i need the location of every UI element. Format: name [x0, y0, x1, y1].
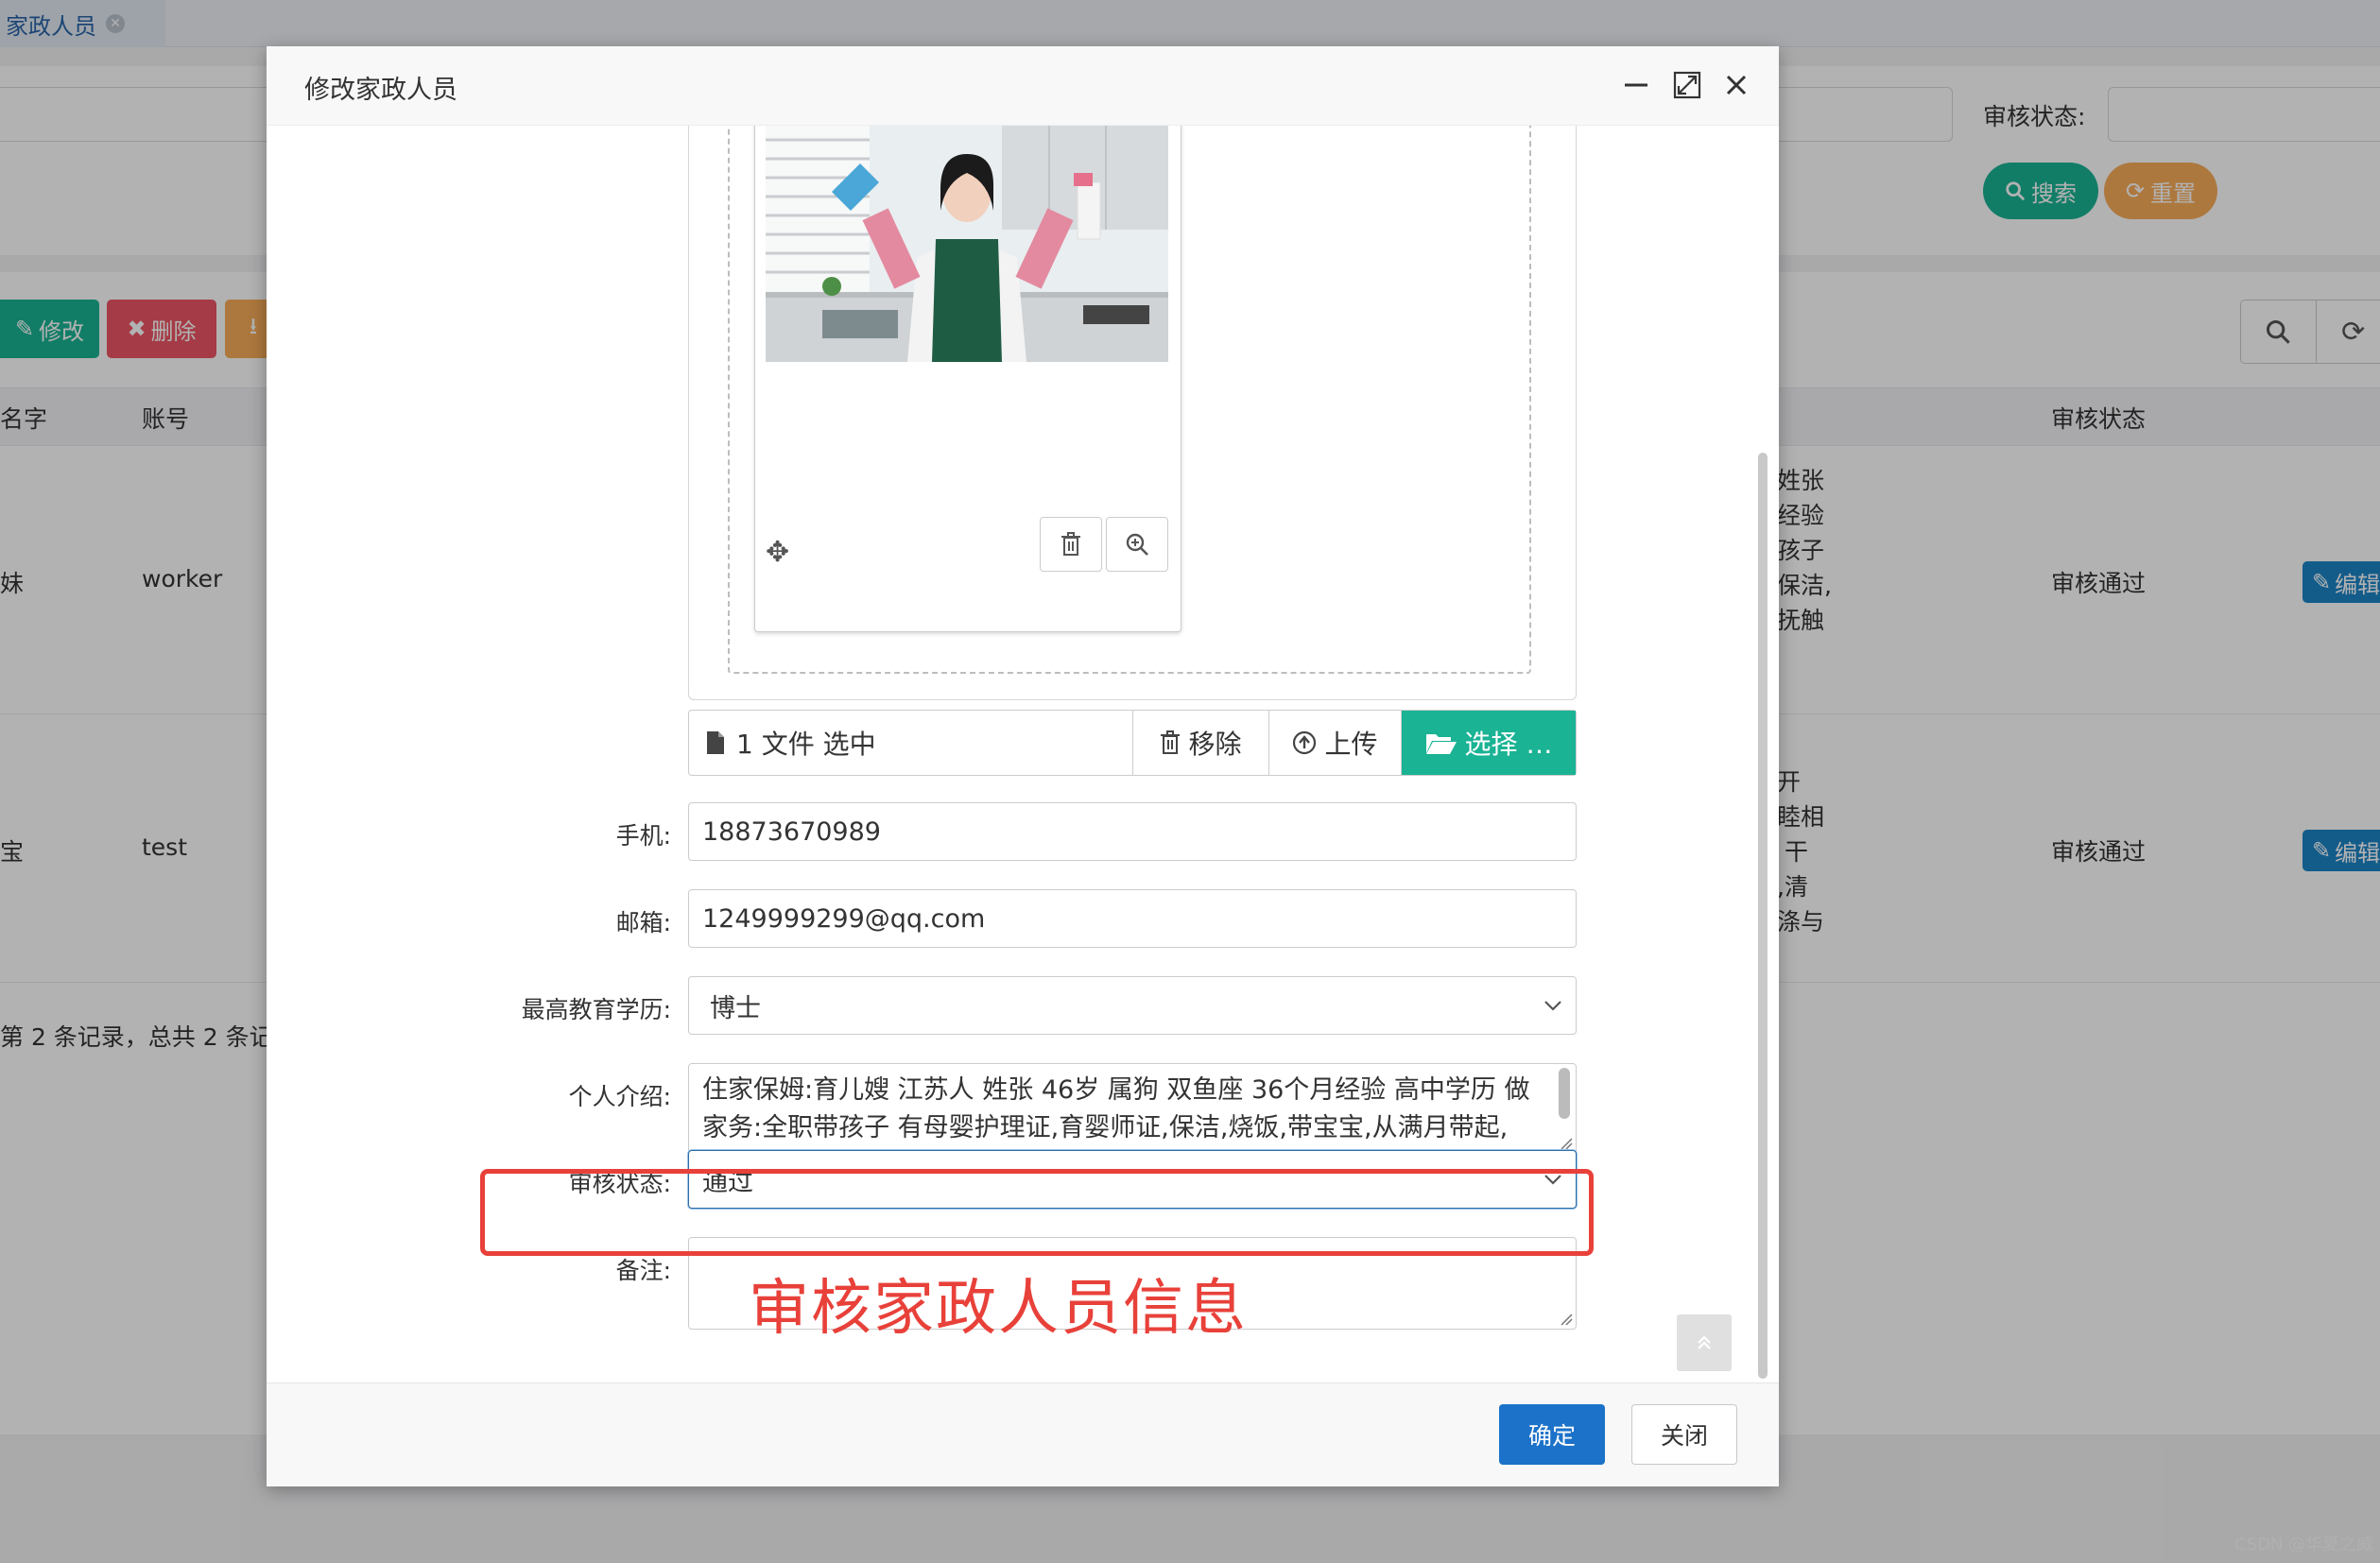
edit-housekeeper-dialog: 修改家政人员 ✥ 1 文件 选中 移除 上传 选择 … 手机: 18873670…: [267, 46, 1779, 1486]
back-to-top-button[interactable]: [1677, 1314, 1732, 1371]
file-input-group: 1 文件 选中 移除 上传 选择 …: [688, 710, 1577, 776]
intro-textarea[interactable]: 住家保姆:育儿嫂 江苏人 姓张 46岁 属狗 双鱼座 36个月经验 高中学历 做…: [688, 1063, 1577, 1154]
housekeeper-photo: [766, 126, 1168, 362]
file-remove-label: 移除: [1188, 729, 1242, 760]
minimize-icon[interactable]: [1616, 65, 1656, 105]
phone-value: 18873670989: [702, 816, 881, 847]
confirm-button[interactable]: 确定: [1499, 1404, 1605, 1465]
folder-open-icon: [1425, 734, 1457, 754]
dialog-footer: 确定 关闭: [267, 1383, 1779, 1486]
resize-grip-icon[interactable]: [1560, 1313, 1573, 1326]
drag-handle-icon[interactable]: ✥: [766, 536, 789, 569]
annotation-highlight-box: [480, 1169, 1594, 1256]
maximize-icon[interactable]: [1667, 65, 1707, 105]
remark-label: 备注:: [615, 1257, 671, 1284]
delete-file-button[interactable]: [1040, 517, 1102, 572]
double-chevron-up-icon: [1698, 1335, 1711, 1349]
intro-value: 住家保姆:育儿嫂 江苏人 姓张 46岁 属狗 双鱼座 36个月经验 高中学历 做…: [702, 1075, 1530, 1142]
email-label: 邮箱:: [615, 909, 671, 936]
file-upload-button[interactable]: 上传: [1269, 711, 1402, 775]
file-icon: [707, 731, 724, 754]
dialog-scrollbar[interactable]: [1758, 453, 1768, 1379]
intro-label: 个人介绍:: [568, 1083, 671, 1110]
education-select[interactable]: 博士: [688, 976, 1577, 1035]
zoom-file-button[interactable]: [1106, 517, 1168, 572]
file-caption-text: 1 文件 选中: [736, 729, 876, 760]
file-caption: 1 文件 选中: [689, 711, 1133, 775]
file-remove-button[interactable]: 移除: [1133, 711, 1269, 775]
annotation-text: 审核家政人员信息: [749, 1274, 1248, 1344]
close-icon[interactable]: [1716, 65, 1756, 105]
education-label: 最高教育学历:: [521, 996, 671, 1023]
phone-input[interactable]: 18873670989: [688, 802, 1577, 861]
file-upload-label: 上传: [1324, 729, 1378, 760]
email-value: 1249999299@qq.com: [702, 903, 986, 934]
file-choose-button[interactable]: 选择 …: [1402, 711, 1576, 775]
phone-label: 手机:: [615, 822, 671, 850]
dialog-title: 修改家政人员: [304, 76, 457, 105]
textarea-scrollbar[interactable]: [1559, 1068, 1570, 1119]
dialog-body: ✥ 1 文件 选中 移除 上传 选择 … 手机: 18873670989 邮箱:…: [267, 126, 1779, 1383]
watermark: CSDN @华夏之威: [2234, 1535, 2374, 1554]
file-choose-label: 选择 …: [1464, 729, 1553, 760]
upload-icon: [1293, 730, 1317, 755]
chevron-down-icon: [1544, 1001, 1561, 1011]
education-value: 博士: [710, 993, 761, 1023]
zoom-in-icon: [1126, 533, 1148, 556]
trash-icon: [1061, 532, 1080, 556]
resize-grip-icon[interactable]: [1560, 1137, 1573, 1150]
dialog-header[interactable]: 修改家政人员: [267, 46, 1779, 126]
trash-icon: [1161, 730, 1181, 754]
close-button[interactable]: 关闭: [1631, 1404, 1737, 1465]
email-input[interactable]: 1249999299@qq.com: [688, 889, 1577, 948]
